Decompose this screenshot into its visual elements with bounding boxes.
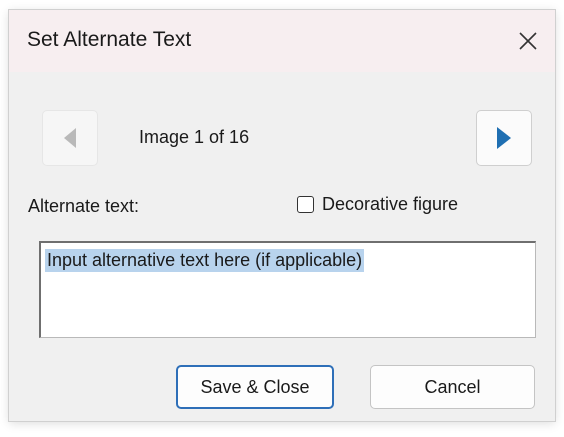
triangle-left-icon [64,128,76,148]
dialog-title: Set Alternate Text [27,28,192,51]
previous-image-button[interactable] [42,110,98,166]
dialog-titlebar: Set Alternate Text [9,10,555,72]
set-alternate-text-dialog: Set Alternate Text Image 1 of 16 Alterna… [9,10,555,421]
alternate-text-input[interactable]: Input alternative text here (if applicab… [39,241,536,338]
close-button[interactable] [501,10,555,72]
next-image-button[interactable] [476,110,532,166]
cancel-button[interactable]: Cancel [370,365,535,409]
image-counter: Image 1 of 16 [139,127,250,147]
save-and-close-button[interactable]: Save & Close [176,365,334,409]
alternate-text-value: Input alternative text here (if applicab… [45,249,365,272]
decorative-figure-toggle[interactable]: Decorative figure [297,194,458,215]
decorative-figure-label: Decorative figure [322,194,459,214]
triangle-right-icon [497,127,511,149]
alternate-text-label: Alternate text: [28,196,140,216]
close-icon [519,32,537,50]
decorative-figure-checkbox[interactable] [297,196,314,213]
